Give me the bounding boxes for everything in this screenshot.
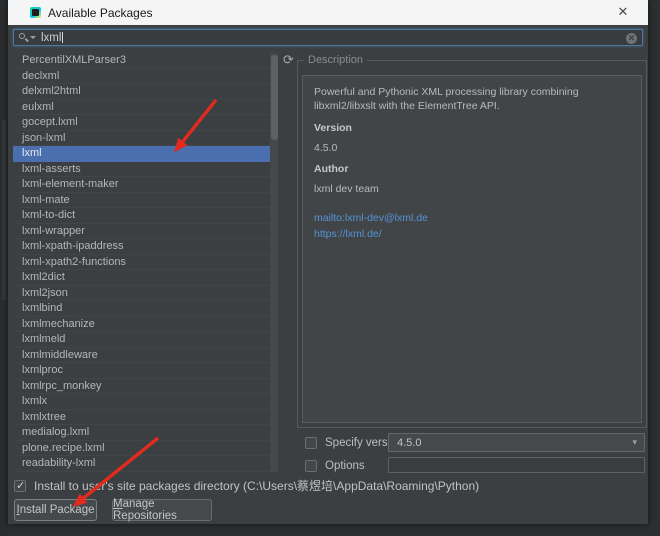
description-section: Description Powerful and Pythonic XML pr… (297, 60, 647, 428)
search-value: lxml (41, 32, 61, 44)
list-item[interactable]: lxmlmechanize (13, 317, 277, 333)
options-checkbox[interactable] (305, 460, 317, 472)
options-label: Options (325, 460, 365, 472)
list-item[interactable]: lxml2json (13, 286, 277, 302)
options-input[interactable] (388, 457, 645, 473)
list-item[interactable]: medialog.lxml (13, 425, 277, 441)
description-link[interactable]: https://lxml.de/ (314, 227, 630, 242)
list-item[interactable]: declxml (13, 69, 277, 85)
description-link[interactable]: mailto:lxml-dev@lxml.de (314, 211, 630, 226)
version-heading: Version (314, 122, 630, 134)
version-value: 4.5.0 (314, 142, 630, 154)
install-location-row: Install to user's site packages director… (14, 477, 479, 494)
manage-repositories-button[interactable]: Manage Repositories (112, 499, 212, 521)
specify-version-row: Specify version 4.5.0 ▾ (305, 433, 647, 452)
install-location-label: Install to user's site packages director… (34, 477, 479, 494)
description-content: Powerful and Pythonic XML processing lib… (302, 75, 642, 423)
version-dropdown-value: 4.5.0 (397, 437, 632, 449)
list-item[interactable]: lxml-asserts (13, 162, 277, 178)
reload-icon[interactable]: ⟳ (281, 52, 296, 67)
available-packages-dialog: Available Packages ✕ lxml ✕ PercentilXML… (8, 0, 648, 524)
list-item[interactable]: lxml-mate (13, 193, 277, 209)
list-item[interactable]: lxmlproc (13, 363, 277, 379)
list-item[interactable]: lxml-xpath-ipaddress (13, 239, 277, 255)
description-section-label: Description (304, 54, 367, 66)
list-item[interactable]: eulxml (13, 100, 277, 116)
list-item[interactable]: lxml-xpath2-functions (13, 255, 277, 271)
list-scrollbar-track[interactable] (270, 53, 278, 472)
list-item[interactable]: lxml-wrapper (13, 224, 277, 240)
text-cursor (62, 32, 63, 43)
list-item[interactable]: lxmlmeld (13, 332, 277, 348)
pycharm-icon (30, 7, 41, 18)
package-list: PercentilXMLParser3declxmldelxml2htmleul… (13, 53, 277, 473)
options-row: Options (305, 457, 647, 474)
list-item[interactable]: delxml2html (13, 84, 277, 100)
clear-search-icon[interactable]: ✕ (626, 33, 637, 44)
list-scrollbar-thumb[interactable] (271, 55, 278, 140)
list-item[interactable]: plone.recipe.lxml (13, 441, 277, 457)
version-dropdown[interactable]: 4.5.0 ▾ (388, 433, 645, 452)
dialog-title: Available Packages (48, 6, 153, 20)
close-icon[interactable]: ✕ (614, 3, 632, 21)
description-links: mailto:lxml-dev@lxml.dehttps://lxml.de/ (314, 211, 630, 241)
dialog-titlebar: Available Packages ✕ (8, 0, 648, 25)
list-item[interactable]: lxml-element-maker (13, 177, 277, 193)
list-item[interactable]: lxml-to-dict (13, 208, 277, 224)
install-package-button-label: Install Package (17, 504, 95, 516)
search-options-caret-icon[interactable] (30, 36, 36, 39)
list-item[interactable]: readability-lxml (13, 456, 277, 472)
list-item[interactable]: lxml (13, 146, 277, 162)
install-location-checkbox[interactable] (14, 480, 26, 492)
list-item[interactable]: lxmlmiddleware (13, 348, 277, 364)
list-item[interactable]: lxmlx (13, 394, 277, 410)
chevron-down-icon: ▾ (632, 437, 637, 448)
author-value: lxml dev team (314, 183, 630, 195)
search-input[interactable]: lxml ✕ (13, 29, 643, 46)
background-app-strip (0, 0, 8, 536)
manage-repositories-button-label: Manage Repositories (113, 498, 211, 522)
search-icon (19, 33, 28, 42)
screen: Available Packages ✕ lxml ✕ PercentilXML… (0, 0, 660, 536)
list-item[interactable]: lxmlrpc_monkey (13, 379, 277, 395)
author-heading: Author (314, 163, 630, 175)
list-item[interactable]: lxmlbind (13, 301, 277, 317)
package-summary: Powerful and Pythonic XML processing lib… (314, 85, 630, 113)
specify-version-checkbox[interactable] (305, 437, 317, 449)
list-item[interactable]: lxml2dict (13, 270, 277, 286)
list-item[interactable]: json-lxml (13, 131, 277, 147)
list-item[interactable]: gocept.lxml (13, 115, 277, 131)
install-package-button[interactable]: Install Package (14, 499, 97, 521)
list-item[interactable]: lxmlxtree (13, 410, 277, 426)
list-item[interactable]: PercentilXMLParser3 (13, 53, 277, 69)
